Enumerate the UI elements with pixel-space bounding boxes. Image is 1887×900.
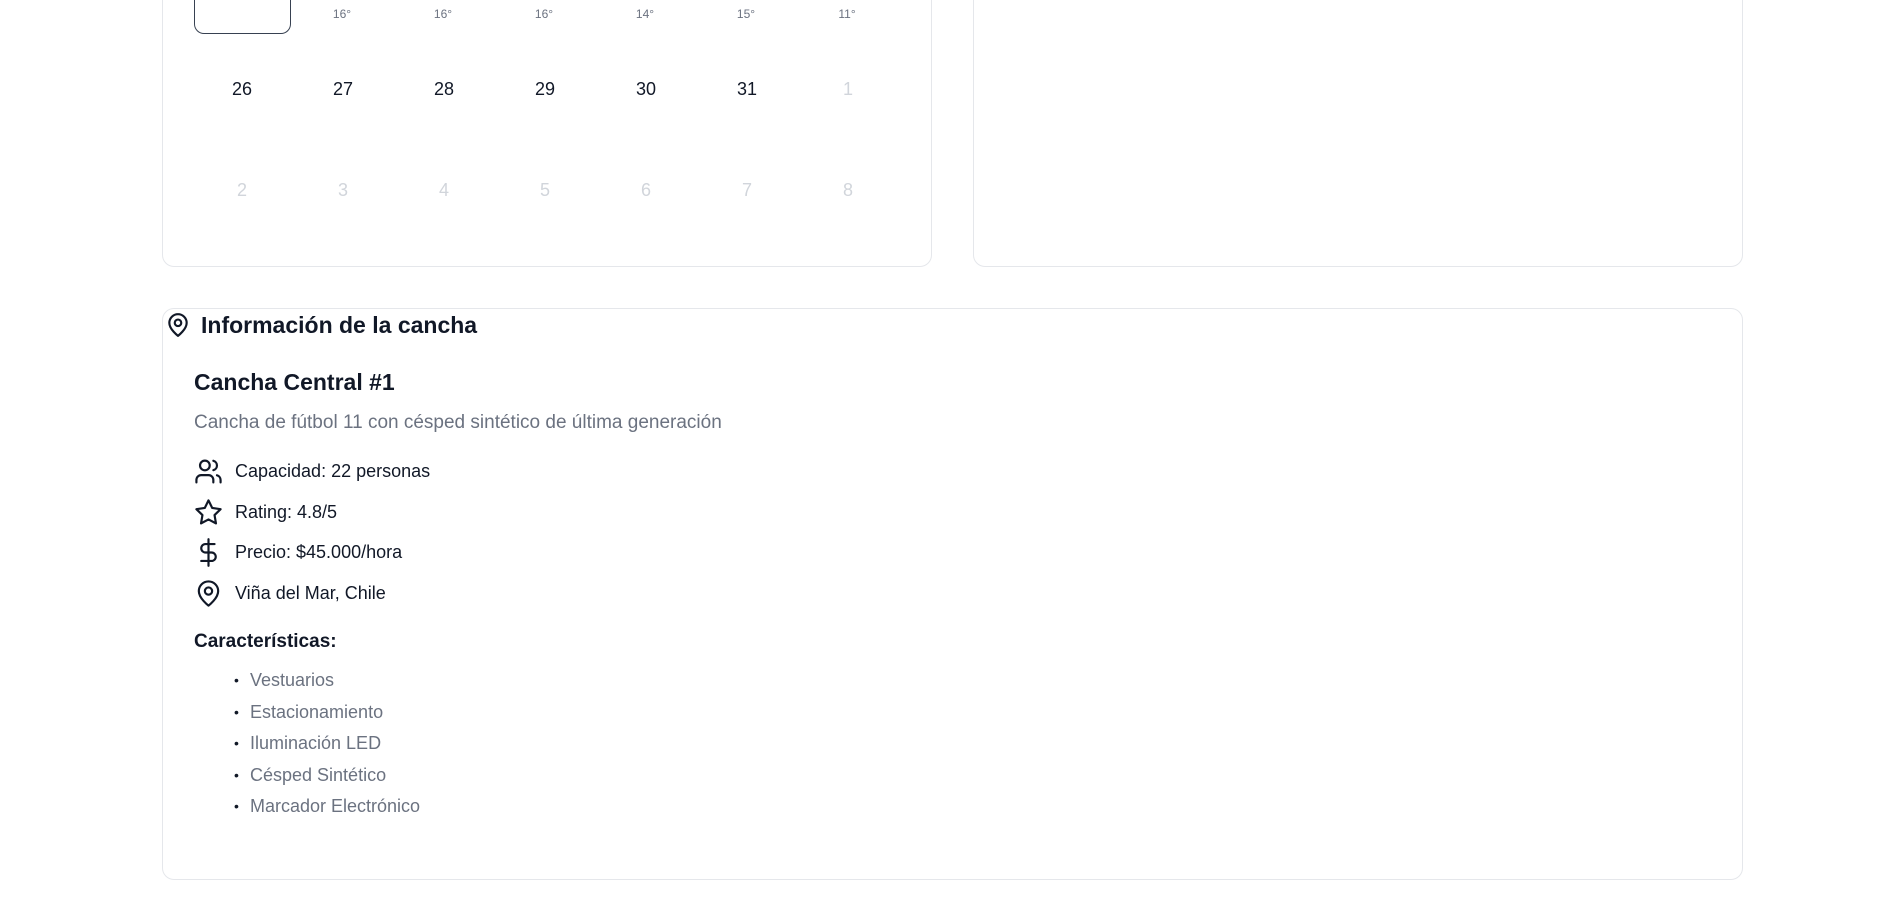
day-temperature: 16° — [433, 7, 453, 21]
selected-day-cell[interactable] — [194, 0, 291, 34]
bullet-icon: • — [234, 766, 239, 783]
calendar-day-outside-month: 4 — [438, 180, 449, 200]
location-text: Viña del Mar, Chile — [235, 583, 386, 603]
map-pin-icon — [165, 311, 191, 339]
calendar-day[interactable]: 28 — [396, 79, 492, 100]
calendar-day-outside-month: 7 — [741, 180, 752, 200]
feature-label: Césped Sintético — [250, 764, 387, 785]
rating-row: Rating: 4.8/5 — [194, 498, 337, 527]
calendar-day[interactable]: 26 — [194, 79, 290, 100]
bullet-icon: • — [234, 798, 239, 814]
bullet-icon: • — [234, 735, 239, 751]
map-pin-icon — [194, 579, 223, 608]
calendar-day[interactable]: 29 — [497, 79, 593, 100]
feature-label: Vestuarios — [250, 670, 335, 690]
price-text: Precio: $45.000/hora — [235, 542, 403, 562]
calendar-day-outside-month: 8 — [842, 180, 853, 200]
calendar-day-outside-month: 6 — [640, 180, 651, 200]
list-item: • Vestuarios — [234, 665, 420, 697]
star-icon — [194, 498, 223, 527]
day-temperature: 15° — [736, 7, 756, 21]
calendar-day[interactable]: 31 — [699, 79, 795, 100]
calendar-day-outside-month: 2 — [236, 180, 247, 200]
day-temperature: 16° — [534, 7, 554, 21]
day-temperature: 14° — [635, 7, 655, 21]
side-panel-card — [973, 0, 1743, 267]
field-name: Cancha Central #1 — [194, 369, 395, 395]
calendar-day[interactable]: 30 — [598, 79, 694, 100]
field-description: Cancha de fútbol 11 con césped sintético… — [194, 412, 722, 433]
list-item: • Estacionamiento — [234, 697, 420, 729]
dollar-sign-icon — [194, 538, 223, 567]
calendar-day[interactable]: 27 — [295, 79, 391, 100]
feature-label: Iluminación LED — [250, 733, 382, 753]
section-title: Información de la cancha — [201, 311, 478, 338]
feature-label: Marcador Electrónico — [250, 796, 421, 816]
bullet-icon: • — [234, 672, 239, 688]
calendar-day-outside-month: 3 — [337, 180, 348, 200]
list-item: • Marcador Electrónico — [234, 791, 420, 823]
calendar-day-outside-month: 1 — [842, 79, 853, 99]
users-icon — [194, 457, 223, 486]
price-row: Precio: $45.000/hora — [194, 538, 402, 567]
calendar-card: 16° 16° 16° 14° 15° 11° 26 27 28 29 30 3… — [162, 0, 932, 267]
features-list: • Vestuarios • Estacionamiento • Iluminació… — [234, 665, 420, 823]
rating-text: Rating: 4.8/5 — [235, 502, 338, 522]
capacity-text: Capacidad: 22 personas — [235, 461, 431, 481]
features-heading: Características: — [194, 631, 337, 652]
section-header: Información de la cancha — [165, 311, 477, 339]
capacity-row: Capacidad: 22 personas — [194, 457, 430, 486]
list-item: • Iluminación LED — [234, 728, 420, 760]
feature-label: Estacionamiento — [250, 701, 384, 722]
field-info-card: Información de la cancha Cancha Central … — [162, 308, 1743, 880]
calendar-day-outside-month: 5 — [539, 180, 550, 200]
bullet-icon: • — [234, 703, 239, 720]
day-temperature: 11° — [838, 7, 856, 21]
list-item: • Césped Sintético — [234, 760, 420, 792]
location-row: Viña del Mar, Chile — [194, 579, 386, 608]
day-temperature: 16° — [332, 7, 352, 21]
